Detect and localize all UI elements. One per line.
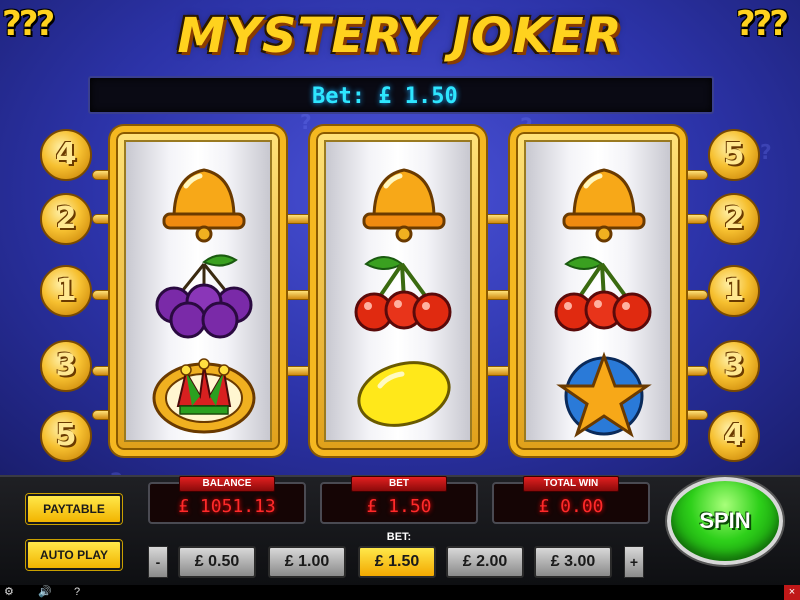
cherry-icon [354,256,452,332]
payline-number-left: 3 [40,340,92,392]
reel-frame-3 [510,126,686,456]
bet-increase-button[interactable]: + [624,546,644,578]
bottom-toolbar: ⚙ 🔊 ? × [0,585,800,600]
bet-display-bar: Bet: £ 1.50 [88,76,714,114]
bell-icon [362,168,446,243]
bell-icon [162,168,246,243]
total-win-value: £ 0.00 [538,496,604,517]
help-button[interactable]: ? [74,585,80,600]
reel-frame-2 [310,126,486,456]
lemon-icon [357,361,451,427]
payline-number-right: 2 [708,193,760,245]
reel-frame-1 [110,126,286,456]
payline-number-right: 1 [708,265,760,317]
spin-button[interactable]: SPIN [667,477,783,565]
payline-number-left: 4 [40,129,92,181]
reel-2 [324,140,472,442]
cherry-icon [554,256,652,332]
bet-display-text: Bet: £ 1.50 [312,84,458,109]
bet-option-0-50[interactable]: £ 0.50 [178,546,256,578]
plum-icon [155,254,253,339]
payline-number-left: 5 [40,410,92,462]
payline-number-right: 5 [708,129,760,181]
total-win-meter: TOTAL WIN £ 0.00 [492,476,650,524]
payline-number-left: 2 [40,193,92,245]
paytable-button[interactable]: PAYTABLE [26,494,122,524]
bet-option-2-00[interactable]: £ 2.00 [446,546,524,578]
reel-1 [124,140,272,442]
bet-option-3-00[interactable]: £ 3.00 [534,546,612,578]
bet-label: BET [351,476,447,492]
gear-icon[interactable]: ⚙ [4,585,14,600]
question-marks-decoration-left: ??? [2,4,55,44]
bet-selector-label: BET: [386,531,412,543]
joker-hat-icon [152,358,256,434]
bet-option-1-50[interactable]: £ 1.50 [358,546,436,578]
balance-value: £ 1051.13 [178,496,276,517]
balance-meter: BALANCE £ 1051.13 [148,476,306,524]
balance-label: BALANCE [179,476,275,492]
payline-number-left: 1 [40,265,92,317]
close-button[interactable]: × [784,585,800,600]
star-icon [556,351,652,438]
game-title: MYSTERY JOKER [177,8,623,64]
reel-3 [524,140,672,442]
payline-number-right: 4 [708,410,760,462]
bet-decrease-button[interactable]: - [148,546,168,578]
question-marks-decoration-right: ??? [735,4,789,44]
bet-option-1-00[interactable]: £ 1.00 [268,546,346,578]
bet-value: £ 1.50 [366,496,432,517]
speaker-icon[interactable]: 🔊 [38,585,52,600]
autoplay-button[interactable]: AUTO PLAY [26,540,122,570]
bet-meter: BET £ 1.50 [320,476,478,524]
payline-number-right: 3 [708,340,760,392]
bell-icon [562,168,646,243]
total-win-label: TOTAL WIN [523,476,619,492]
